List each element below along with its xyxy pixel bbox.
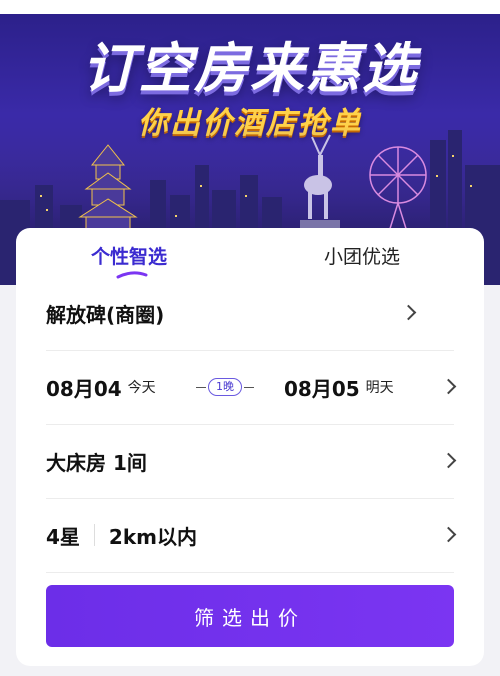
distance-filter: 2km以内 (108, 524, 197, 549)
top-strip (0, 0, 500, 14)
checkin-date: 08月04 (46, 376, 122, 401)
tab-group-pick[interactable]: 小团优选 (324, 242, 400, 269)
star-filter: 4星 (46, 524, 80, 549)
chevron-right-icon (400, 304, 417, 321)
nights-badge: 1晚 (208, 378, 242, 396)
booking-card: 个性智选 小团优选 解放碑(商圈) 08月04 今天 1晚 08月05 明天 大… (16, 228, 484, 666)
chevron-right-icon (440, 526, 457, 543)
chevron-right-icon (440, 452, 457, 469)
filter-divider (93, 524, 95, 546)
filter-bid-button[interactable]: 筛选出价 (46, 585, 454, 647)
checkout-day: 明天 (365, 380, 394, 396)
date-row[interactable]: 08月04 今天 1晚 08月05 明天 (46, 350, 457, 425)
nights-indicator: 1晚 (196, 377, 254, 397)
checkout-date: 08月05 (284, 376, 360, 401)
filter-row[interactable]: 4星 2km以内 (46, 498, 457, 573)
checkin-day: 今天 (127, 380, 156, 396)
room-value: 大床房 1间 (46, 450, 147, 475)
chevron-right-icon (440, 378, 457, 395)
banner-title: 订空房来惠选 (82, 37, 418, 100)
location-value: 解放碑(商圈) (46, 302, 165, 327)
tab-personal-pick[interactable]: 个性智选 (91, 242, 167, 269)
location-row[interactable]: 解放碑(商圈) (46, 276, 454, 351)
room-row[interactable]: 大床房 1间 (46, 424, 457, 499)
